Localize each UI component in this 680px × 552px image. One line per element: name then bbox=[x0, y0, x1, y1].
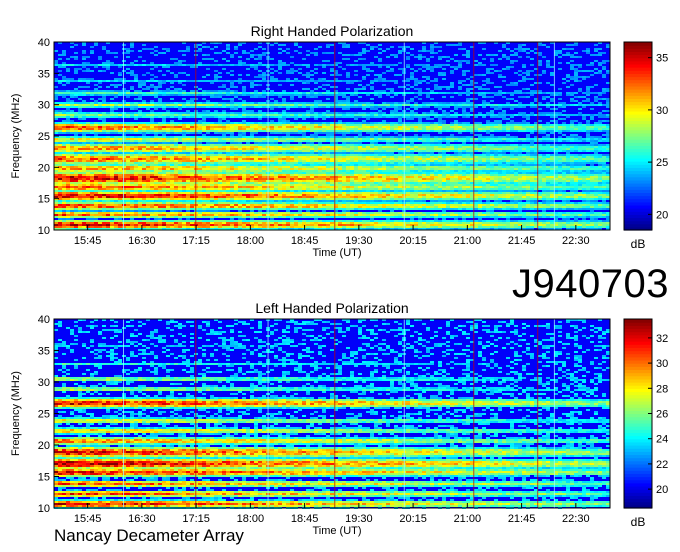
y-tick-label: 40 bbox=[38, 314, 50, 326]
x-tick-label: 22:30 bbox=[562, 235, 590, 247]
colorbar-step bbox=[624, 42, 652, 46]
y-tick-label: 25 bbox=[38, 131, 50, 143]
x-tick-label: 19:30 bbox=[345, 235, 373, 247]
colorbar-tick-label: 25 bbox=[656, 157, 668, 169]
x-tick-label: 21:45 bbox=[508, 235, 536, 247]
spectrum-panel-1: Right Handed Polarization 10 15 20 25 30 35 40 F… bbox=[10, 23, 668, 259]
y-tick-label: 25 bbox=[38, 409, 50, 421]
x-tick-label: 18:45 bbox=[291, 235, 319, 247]
x-tick-label: 20:15 bbox=[399, 513, 427, 525]
x-axis-label: Time (UT) bbox=[312, 247, 361, 259]
x-tick-label: 21:00 bbox=[454, 235, 482, 247]
colorbar-tick-label: 30 bbox=[656, 358, 668, 370]
colorbar-tick-label: 30 bbox=[656, 105, 668, 117]
x-tick-label: 18:45 bbox=[291, 513, 319, 525]
x-tick-label: 20:15 bbox=[399, 235, 427, 247]
colorbar-label: dB bbox=[631, 237, 646, 251]
colorbar-tick-label: 26 bbox=[656, 409, 668, 421]
x-tick-label: 15:45 bbox=[74, 235, 102, 247]
panel-title: Left Handed Polarization bbox=[255, 300, 408, 316]
y-tick-label: 30 bbox=[38, 377, 50, 389]
x-tick-label: 17:15 bbox=[182, 513, 210, 525]
panel-title: Right Handed Polarization bbox=[251, 23, 414, 39]
y-tick-label: 15 bbox=[38, 472, 50, 484]
x-tick-label: 19:30 bbox=[345, 513, 373, 525]
colorbar-tick-label: 20 bbox=[656, 484, 668, 496]
x-tick-label: 21:00 bbox=[454, 513, 482, 525]
colorbar-tick-label: 20 bbox=[656, 209, 668, 221]
y-tick-label: 10 bbox=[38, 225, 50, 237]
y-tick-label: 30 bbox=[38, 100, 50, 112]
y-tick-label: 35 bbox=[38, 346, 50, 358]
colorbar-tick-label: 35 bbox=[656, 53, 668, 65]
x-tick-label: 17:15 bbox=[182, 235, 210, 247]
x-tick-label: 22:30 bbox=[562, 513, 590, 525]
y-tick-label: 20 bbox=[38, 162, 50, 174]
x-tick-label: 15:45 bbox=[74, 513, 102, 525]
y-axis-label: Frequency (MHz) bbox=[10, 371, 22, 456]
y-tick-label: 20 bbox=[38, 440, 50, 452]
x-tick-label: 21:45 bbox=[508, 513, 536, 525]
y-tick-label: 40 bbox=[38, 37, 50, 49]
colorbar-tick-label: 22 bbox=[656, 459, 668, 471]
colorbar-tick-label: 24 bbox=[656, 434, 668, 446]
figure-id: J940703 bbox=[512, 262, 669, 306]
colorbar: 20 22 24 26 28 30 32 dB bbox=[623, 318, 668, 529]
y-tick-label: 10 bbox=[38, 503, 50, 515]
colorbar: 20 25 30 35 dB bbox=[623, 41, 668, 251]
x-tick-label: 16:30 bbox=[128, 235, 156, 247]
colorbar-step bbox=[624, 319, 652, 323]
colorbar-tick-label: 32 bbox=[656, 333, 668, 345]
colorbar-tick-label: 28 bbox=[656, 383, 668, 395]
colorbar-label: dB bbox=[631, 515, 646, 529]
spectrum-panel-2: Left Handed Polarization 10 15 20 25 30 35 40 Fr… bbox=[10, 300, 668, 537]
x-tick-label: 18:00 bbox=[237, 235, 265, 247]
x-tick-label: 16:30 bbox=[128, 513, 156, 525]
y-axis-label: Frequency (MHz) bbox=[10, 94, 22, 179]
x-tick-label: 18:00 bbox=[237, 513, 265, 525]
instrument-label: Nancay Decameter Array bbox=[54, 526, 244, 545]
x-axis-label: Time (UT) bbox=[312, 525, 361, 537]
y-tick-label: 15 bbox=[38, 194, 50, 206]
y-tick-label: 35 bbox=[38, 68, 50, 80]
